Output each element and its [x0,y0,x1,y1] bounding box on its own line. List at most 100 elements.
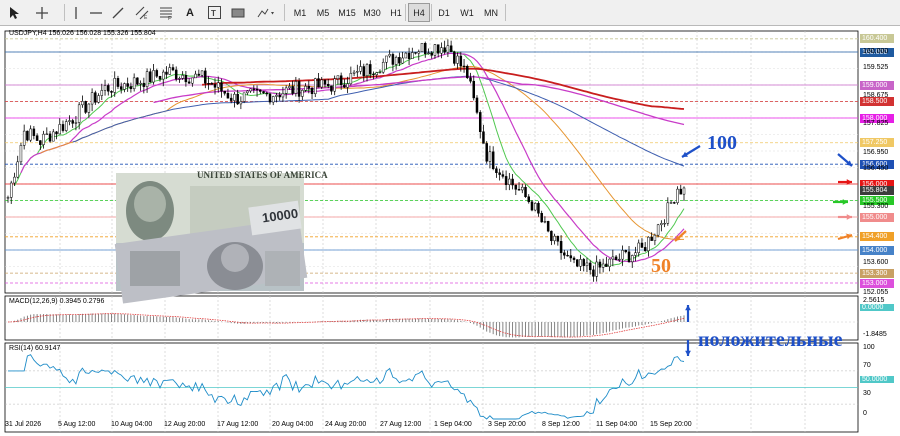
label-100: 100 [707,132,737,154]
candle-body [627,251,631,263]
candle-body [13,176,16,184]
candle-body [191,77,194,84]
candle-body [524,186,527,197]
chart-canvas[interactable] [0,26,900,436]
candle-body [440,47,443,54]
rectangle-icon[interactable] [230,3,246,22]
candle-body [495,168,498,173]
candle-body [210,83,214,85]
candle-body [94,92,97,103]
text-label-icon[interactable]: T [206,3,222,22]
candle-body [504,176,508,185]
candle-body [449,45,453,53]
candle-body [132,77,136,89]
usd-note-text: UNITED STATES OF AMERICA [197,170,328,180]
candle-body [621,250,624,260]
timeframe-m15[interactable]: M15 [335,3,359,22]
shapes-dropdown-icon[interactable] [254,3,278,22]
timeframe-mn[interactable]: MN [479,3,503,22]
chart-area[interactable]: USDJPY,H4 156.026 156.028 155.326 155.80… [0,26,900,436]
candle-body [478,112,482,132]
horizontal-line-icon[interactable] [88,3,104,22]
candle-body [398,57,401,64]
candle-body [569,255,573,259]
candle-body [472,80,476,99]
time-axis-label: 1 Sep 04:00 [434,421,472,428]
timeframe-m30[interactable]: M30 [360,3,384,22]
macd-axis-label: 2.5615 [863,297,885,304]
svg-text:E: E [144,15,148,20]
candle-body [45,133,49,135]
rsi-axis-label: 100 [863,344,875,351]
candle-body [126,83,129,87]
candle-body [669,202,673,204]
timeframe-m5[interactable]: M5 [312,3,334,22]
trendline-icon[interactable] [110,3,126,22]
candle-body [229,97,233,101]
candle-body [55,131,58,135]
vertical-line-icon[interactable] [68,3,84,22]
text-tool-button[interactable]: A [182,3,198,22]
crosshair-icon[interactable] [34,3,50,22]
price-axis-label: 159.525 [863,63,889,71]
candle-body [297,81,301,97]
cursor-icon[interactable] [6,3,22,22]
channel-icon[interactable]: E [134,3,150,22]
time-axis-label: 3 Sep 20:00 [488,421,526,428]
time-axis-label: 8 Sep 12:00 [542,421,580,428]
candle-body [6,197,10,199]
candle-body [653,234,657,241]
candle-body [252,88,256,90]
candle-body [614,256,618,261]
candle-body [16,161,19,178]
candle-body [443,47,446,53]
candle-body [466,65,469,79]
candle-body [498,172,501,175]
timeframe-h1[interactable]: H1 [385,3,407,22]
candle-body [462,65,466,68]
candle-body [239,101,243,105]
candle-body [119,86,123,90]
fibonacci-icon[interactable]: F [158,3,174,22]
candle-body [87,103,91,113]
candle-body [35,135,39,141]
candle-body [630,255,634,263]
price-axis-label: 156.950 [863,148,889,156]
candle-body [650,236,653,241]
candle-body [527,196,530,203]
candle-body [640,242,644,248]
candle-body [356,71,359,73]
timeframe-d1[interactable]: D1 [433,3,455,22]
candle-body [679,188,683,195]
timeframe-w1[interactable]: W1 [456,3,478,22]
candle-body [249,88,252,92]
timeframe-h4[interactable]: H4 [408,3,430,22]
candle-body [207,83,210,85]
candle-body [317,78,320,88]
candle-body [588,262,592,271]
candle-body [485,143,488,162]
candle-body [158,75,162,80]
candle-body [187,81,191,84]
candle-body [543,221,547,223]
candle-body [204,70,207,84]
candle-body [433,44,437,56]
candle-body [271,96,275,103]
macd-axis-label: 0.0000 [860,304,894,311]
candle-body [314,78,317,95]
candle-body [556,235,560,242]
candle-body [242,92,246,102]
time-axis-label: 11 Sep 04:00 [596,421,638,428]
candle-body [281,93,285,98]
candle-body [194,73,197,79]
timeframe-m1[interactable]: M1 [289,3,311,22]
candle-body [394,57,398,65]
candle-body [475,97,479,113]
candle-body [388,54,391,57]
candle-body [26,130,29,141]
candle-body [372,73,375,76]
candle-body [533,203,537,211]
candle-body [168,67,171,75]
candle-body [339,75,343,86]
candle-body [136,77,139,85]
